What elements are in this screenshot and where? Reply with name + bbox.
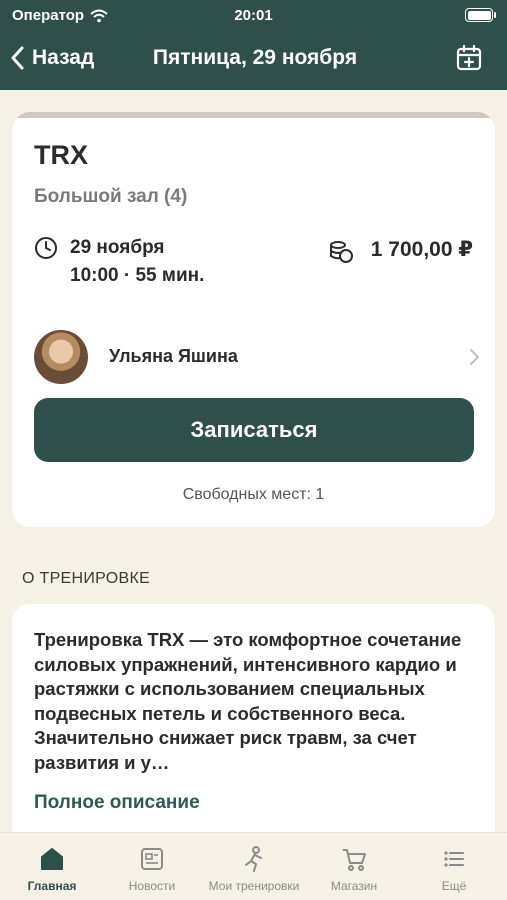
back-button[interactable]: Назад [10,42,94,74]
signup-button[interactable]: Записаться [34,398,474,462]
card-top-strip [12,112,495,118]
news-icon [141,848,163,870]
tab-news[interactable]: Новости [102,845,202,895]
description-card: Тренировка TRX — это комфортное сочетани… [12,604,495,844]
class-time: 10:00 · 55 мин. [70,265,205,286]
tab-home[interactable]: Главная [2,845,102,895]
page-title: Пятница, 29 ноября [152,46,358,69]
description-text: Тренировка TRX — это комфортное сочетани… [34,629,462,773]
back-label: Назад [32,46,95,69]
tab-label: Главная [27,879,77,893]
tab-label: Ещё [441,879,467,893]
home-icon [41,848,63,870]
chevron-right-icon [470,349,480,365]
trainer-avatar [34,330,88,384]
tab-my-workouts[interactable]: Мои тренировки [204,845,304,895]
nav-bar: Назад Пятница, 29 ноября [0,36,507,82]
section-title-about: О ТРЕНИРОВКЕ [22,570,151,587]
class-card: TRX Большой зал (4) 29 ноября 10:00 · 55… [12,112,495,527]
tab-shop[interactable]: Магазин [304,845,404,895]
status-time: 20:01 [234,7,273,24]
tab-more[interactable]: Ещё [404,845,504,895]
trainer-row[interactable]: Ульяна Яшина [12,326,495,384]
coins-icon [330,241,353,263]
battery-icon [465,8,496,22]
workout-icon [245,846,262,872]
tab-label: Магазин [330,879,378,893]
full-description-link[interactable]: Полное описание [34,792,200,814]
tab-label: Мои тренировки [208,879,300,893]
tab-label: Новости [128,879,176,893]
class-date: 29 ноября [70,237,165,258]
more-list-icon [444,851,464,867]
free-spots-label: Свободных мест: 1 [182,486,325,503]
room-label: Большой зал (4) [34,186,188,207]
clock-icon [35,237,57,259]
calendar-add-icon[interactable] [455,44,483,72]
class-title: TRX [34,140,88,170]
status-bar: Оператор 20:01 [0,0,507,32]
tab-bar: Главная Новости Мои тренировки Магазин Е… [0,832,507,900]
class-price: 1 700,00 ₽ [370,238,473,261]
trainer-name: Ульяна Яшина [109,346,238,366]
chevron-left-icon [11,46,24,70]
header: Оператор 20:01 Назад Пятница, 29 ноября [0,0,507,90]
cart-icon [343,849,366,871]
